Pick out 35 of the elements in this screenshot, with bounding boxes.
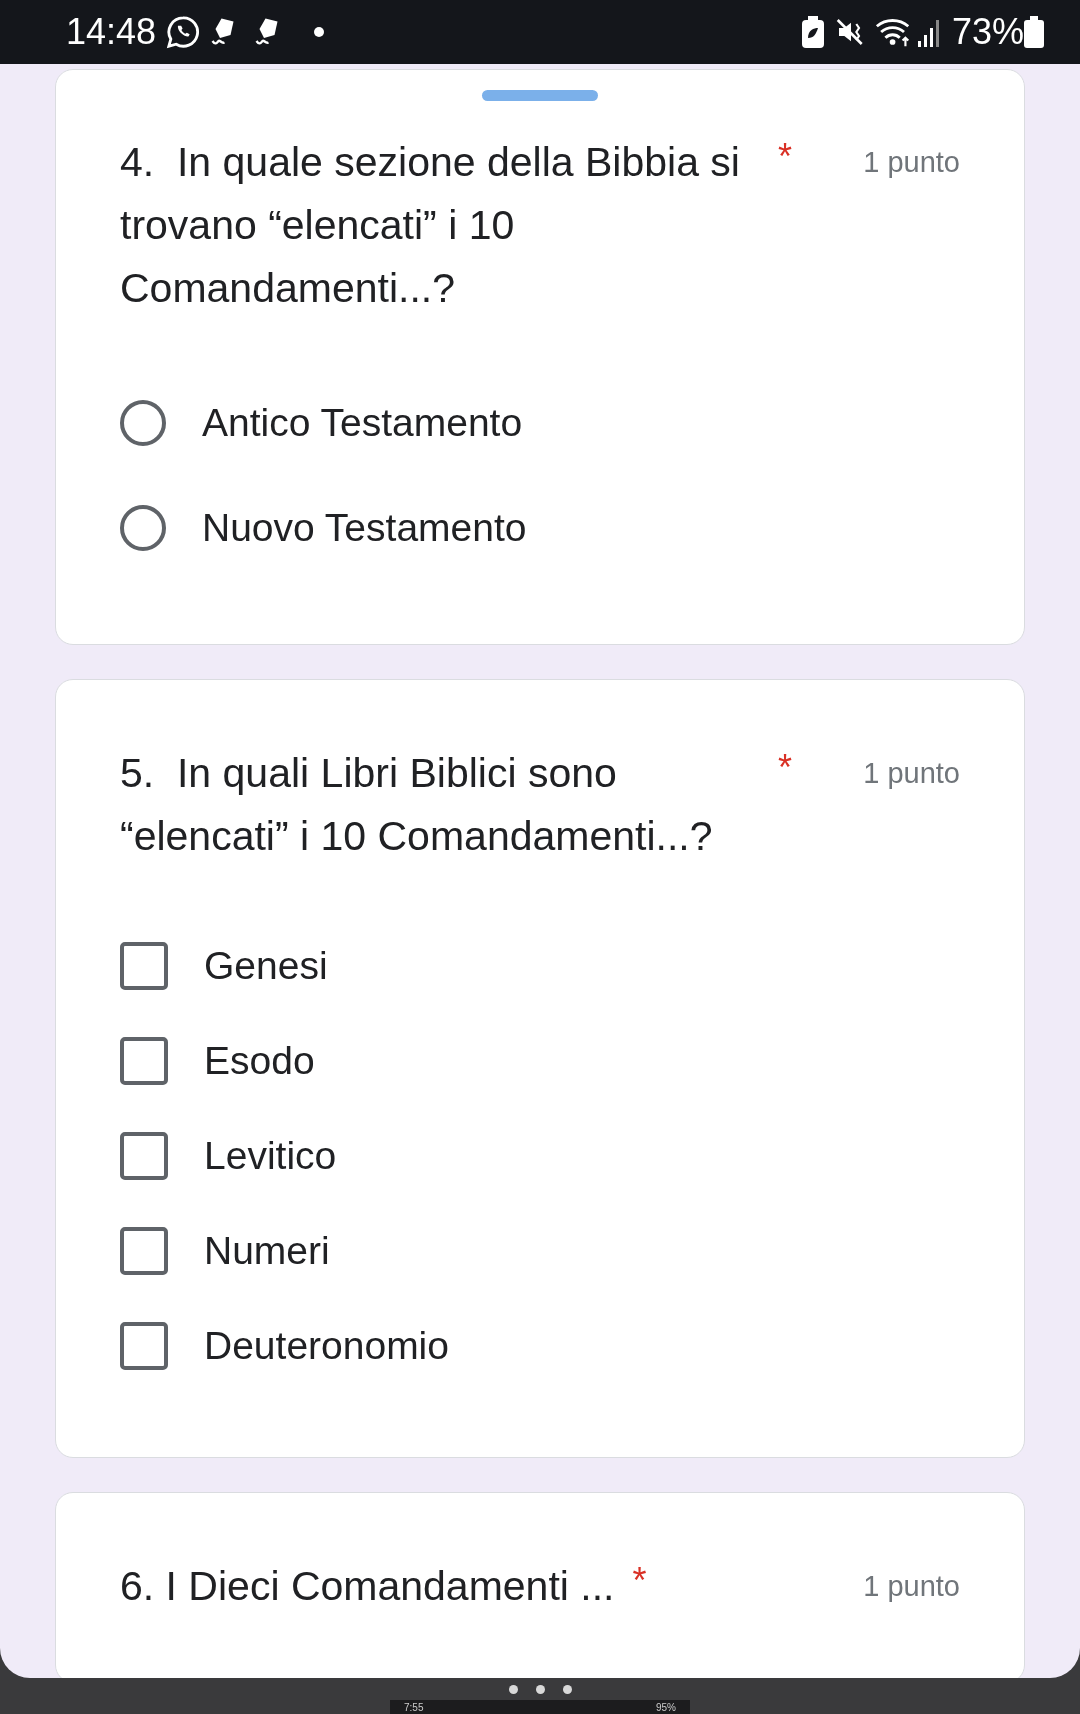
checkbox[interactable] bbox=[120, 1036, 168, 1085]
checkbox[interactable] bbox=[120, 1131, 168, 1180]
option-label: Nuovo Testamento bbox=[202, 505, 527, 550]
mini-battery-percent: 95% bbox=[656, 1701, 676, 1713]
option-label: Antico Testamento bbox=[202, 400, 523, 445]
page-dot bbox=[535, 1684, 545, 1694]
page-dot bbox=[508, 1684, 518, 1694]
question-title: 4. In quale sezione della Bibbia si trovano “elencati” i 10 Comandamenti...? bbox=[120, 138, 741, 313]
dot-icon bbox=[314, 27, 325, 37]
checkbox[interactable] bbox=[120, 1321, 168, 1370]
question-title: 5. In quali Libri Biblici sono “elencati” i 10 Comandamenti...? bbox=[120, 749, 714, 861]
required-asterisk: * bbox=[632, 1559, 647, 1603]
chat-icon bbox=[166, 15, 201, 49]
checkbox[interactable] bbox=[120, 1226, 168, 1275]
page-dot bbox=[562, 1684, 572, 1694]
question-points: 1 punto bbox=[863, 1569, 960, 1604]
required-asterisk: * bbox=[778, 746, 792, 790]
battery-icon bbox=[1024, 16, 1044, 48]
checkbox[interactable] bbox=[120, 941, 168, 990]
radio-button[interactable] bbox=[120, 399, 166, 446]
required-asterisk: * bbox=[778, 135, 792, 179]
option-label: Deuteronomio bbox=[204, 1323, 449, 1368]
option-label: Genesi bbox=[204, 943, 328, 988]
question-points: 1 punto bbox=[863, 756, 960, 791]
drag-handle[interactable] bbox=[482, 90, 598, 101]
radio-button[interactable] bbox=[120, 504, 166, 551]
mini-status-time: 7:55 bbox=[404, 1701, 424, 1713]
question-title: 6. I Dieci Comandamenti ... bbox=[120, 1562, 615, 1611]
battery-saver-icon bbox=[801, 16, 824, 48]
battery-percent: 73% bbox=[951, 11, 1024, 53]
option-label: Esodo bbox=[204, 1038, 315, 1083]
status-time: 14:48 bbox=[66, 11, 157, 53]
option-label: Levitico bbox=[204, 1133, 337, 1178]
question-points: 1 punto bbox=[863, 145, 960, 180]
option-label: Numeri bbox=[204, 1228, 330, 1273]
